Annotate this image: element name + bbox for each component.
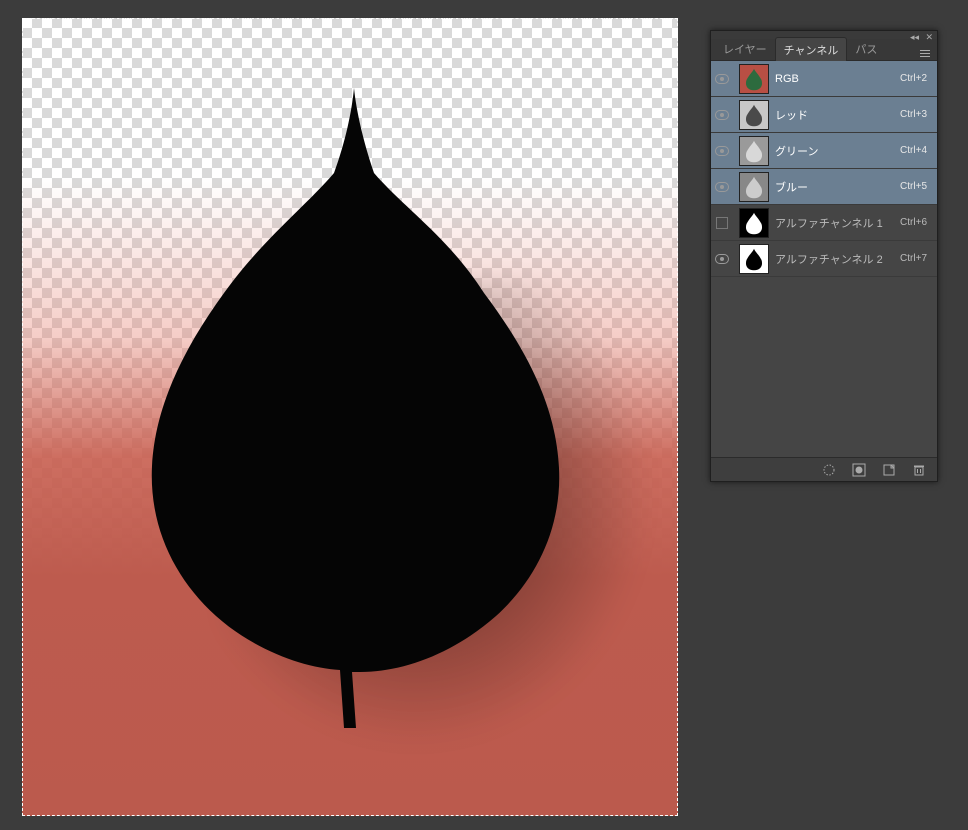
channel-name: アルファチャンネル 1 <box>775 215 894 231</box>
channel-name: グリーン <box>775 143 894 159</box>
visibility-toggle[interactable] <box>711 146 733 156</box>
tab-layers[interactable]: レイヤー <box>715 37 775 60</box>
channel-row-blue[interactable]: ブルー Ctrl+5 <box>711 169 937 205</box>
channel-name: RGB <box>775 73 894 85</box>
empty-list-area <box>711 277 937 457</box>
trash-icon[interactable] <box>911 462 927 478</box>
channel-shortcut: Ctrl+5 <box>900 181 931 192</box>
close-icon[interactable]: ✕ <box>925 32 933 43</box>
channel-row-alpha1[interactable]: アルファチャンネル 1 Ctrl+6 <box>711 205 937 241</box>
eye-icon <box>715 146 729 156</box>
eye-icon <box>715 74 729 84</box>
tab-paths[interactable]: パス <box>847 37 885 60</box>
eye-icon <box>715 182 729 192</box>
new-channel-icon[interactable] <box>881 462 897 478</box>
tab-channels[interactable]: チャンネル <box>775 37 848 61</box>
panel-menu-icon[interactable] <box>917 44 933 60</box>
channel-thumb <box>739 136 769 166</box>
channel-thumb <box>739 208 769 238</box>
channel-row-alpha2[interactable]: アルファチャンネル 2 Ctrl+7 <box>711 241 937 277</box>
eye-icon <box>715 254 729 264</box>
selection-to-channel-icon[interactable] <box>821 462 837 478</box>
channel-thumb <box>739 64 769 94</box>
eye-icon <box>715 110 729 120</box>
channel-row-red[interactable]: レッド Ctrl+3 <box>711 97 937 133</box>
visibility-toggle[interactable] <box>711 110 733 120</box>
channel-shortcut: Ctrl+2 <box>900 73 931 84</box>
collapse-icon[interactable]: ◂◂ <box>910 32 919 43</box>
visibility-toggle[interactable] <box>711 254 733 264</box>
channel-shortcut: Ctrl+6 <box>900 217 931 228</box>
visibility-toggle[interactable] <box>711 217 733 229</box>
mask-icon[interactable] <box>851 462 867 478</box>
channel-list: RGB Ctrl+2 レッド Ctrl+3 グリーン Ctrl+4 ブルー <box>711 61 937 457</box>
panel-footer <box>711 457 937 481</box>
channel-shortcut: Ctrl+3 <box>900 109 931 120</box>
channel-thumb <box>739 100 769 130</box>
visibility-toggle[interactable] <box>711 182 733 192</box>
channel-thumb <box>739 244 769 274</box>
channel-row-green[interactable]: グリーン Ctrl+4 <box>711 133 937 169</box>
visibility-toggle[interactable] <box>711 74 733 84</box>
channel-row-rgb[interactable]: RGB Ctrl+2 <box>711 61 937 97</box>
leaf-silhouette <box>104 68 604 728</box>
channel-shortcut: Ctrl+7 <box>900 253 931 264</box>
channel-name: ブルー <box>775 179 894 195</box>
channel-thumb <box>739 172 769 202</box>
document-canvas[interactable] <box>22 18 678 816</box>
channel-shortcut: Ctrl+4 <box>900 145 931 156</box>
empty-visibility-icon <box>716 217 728 229</box>
channel-name: アルファチャンネル 2 <box>775 251 894 267</box>
panel-tabs: レイヤー チャンネル パス <box>711 39 937 61</box>
channels-panel: ◂◂ ✕ レイヤー チャンネル パス RGB Ctrl+2 レッド Ctrl+3 <box>710 30 938 482</box>
channel-name: レッド <box>775 107 894 123</box>
